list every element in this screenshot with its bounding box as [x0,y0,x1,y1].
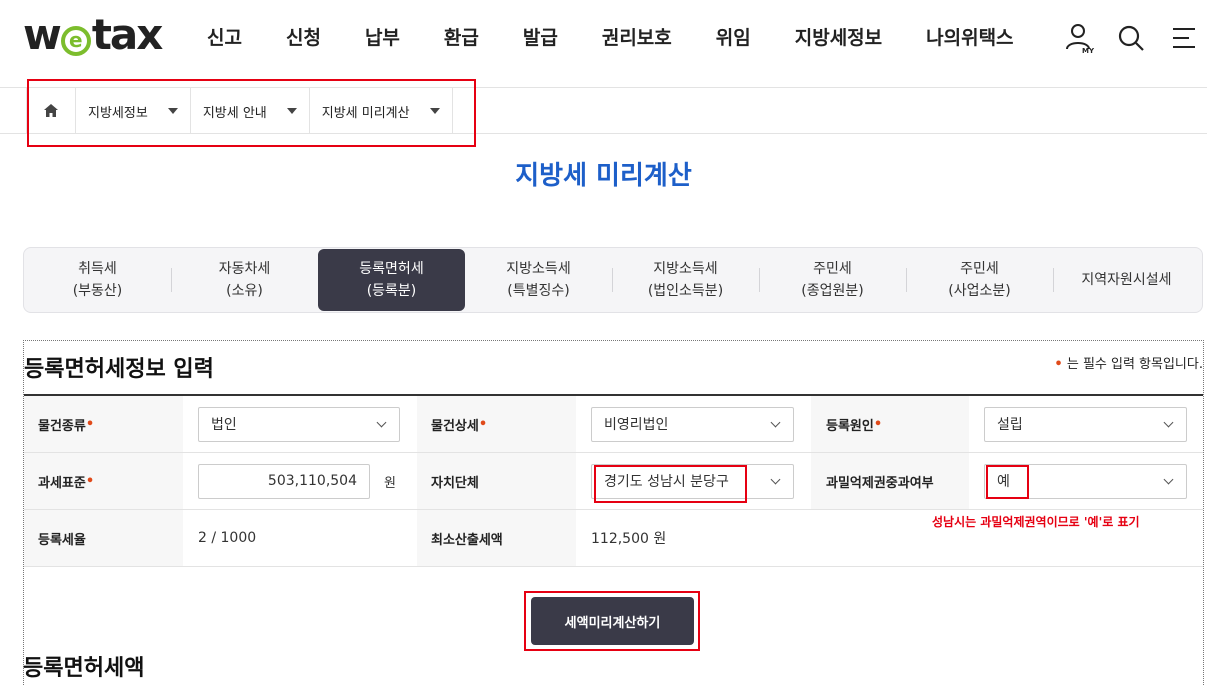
nav-item-rights[interactable]: 권리보호 [580,24,694,52]
caret-down-icon [429,108,440,114]
property-detail-select[interactable]: 비영리법인 [591,406,794,442]
caret-down-icon [167,108,178,114]
tab-resident-tax-employee[interactable]: 주민세 (종업원분) [759,248,906,312]
nav-item-pay[interactable]: 납부 [343,24,422,52]
breadcrumb: 지방세정보 지방세 안내 지방세 미리계산 [26,88,453,134]
tab-local-income-tax-corporate[interactable]: 지방소득세 (법인소득분) [612,248,759,312]
tab-local-income-tax-withholding[interactable]: 지방소득세 (특별징수) [465,248,612,312]
chevron-down-icon [770,417,781,427]
input-form: 물건종류 • 법인 물건상세 • 비영리법인 등록원인 • 설립 과세표준 • 503,… [24,394,1203,567]
wetax-logo[interactable]: w e tax [23,12,163,58]
tax-type-tabs: 취득세 (부동산) 자동차세 (소유) 등록면허세 (등록분) 지방소득세 (특별징수)… [23,247,1203,313]
nav-item-my-wetax[interactable]: 나의위택스 [904,24,1035,52]
nav-item-delegate[interactable]: 위임 [694,24,773,52]
chevron-down-icon [376,417,387,427]
my-page-icon[interactable]: MY [1065,22,1095,55]
caret-down-icon [286,108,297,114]
calculate-tax-button[interactable]: 세액미리계산하기 [531,597,694,645]
nav-item-report[interactable]: 신고 [185,24,264,52]
registration-cause-label: 등록원인 • [811,396,969,452]
breadcrumb-local-tax-precalc[interactable]: 지방세 미리계산 [310,88,453,134]
tax-base-label: 과세표준 • [24,453,183,509]
nav-item-refund[interactable]: 환급 [422,24,501,52]
municipality-label: 자치단체 [417,453,576,509]
form-row: 과세표준 • 503,110,504 원 자치단체 경기도 성남시 분당구 과밀억… [24,453,1203,510]
property-detail-label: 물건상세 • [417,396,576,452]
form-row: 물건종류 • 법인 물건상세 • 비영리법인 등록원인 • 설립 [24,396,1203,453]
property-type-label: 물건종류 • [24,396,183,452]
header-icons: MY [1065,22,1199,55]
tab-acquisition-tax[interactable]: 취득세 (부동산) [24,248,171,312]
nav-item-apply[interactable]: 신청 [264,24,343,52]
tax-rate-value: 2 / 1000 [198,530,257,546]
municipality-select[interactable]: 경기도 성남시 분당구 [591,463,794,499]
search-icon[interactable] [1117,22,1147,54]
section-title: 등록면허세정보 입력 [24,357,214,382]
overcrowding-label: 과밀억제권중과여부 [811,453,969,509]
nav-item-issue[interactable]: 발급 [501,24,580,52]
nav-item-local-tax-info[interactable]: 지방세정보 [773,24,904,52]
breadcrumb-local-tax-info[interactable]: 지방세정보 [76,88,191,134]
min-tax-label: 최소산출세액 [417,510,576,566]
page-title: 지방세 미리계산 [515,161,692,191]
tab-registration-license-tax[interactable]: 등록면허세 (등록분) [318,249,465,311]
annotation-note: 성남시는 과밀억제권역이므로 '예'로 표기 [932,515,1140,529]
chevron-down-icon [1163,417,1174,427]
tab-regional-resource-facility-tax[interactable]: 지역자원시설세 [1053,248,1200,312]
overcrowding-select[interactable]: 예 [984,463,1187,499]
breadcrumb-bar: 지방세정보 지방세 안내 지방세 미리계산 [0,88,1207,134]
menu-icon[interactable] [1169,22,1199,54]
property-type-select[interactable]: 법인 [198,406,400,442]
tab-vehicle-tax[interactable]: 자동차세 (소유) [171,248,318,312]
tax-rate-label: 등록세율 [24,510,183,566]
tab-resident-tax-business[interactable]: 주민세 (사업소분) [906,248,1053,312]
min-tax-value: 112,500 원 [591,531,667,547]
required-note: • 는 필수 입력 항목입니다. [1054,357,1203,372]
breadcrumb-local-tax-guide[interactable]: 지방세 안내 [191,88,310,134]
chevron-down-icon [770,474,781,484]
chevron-down-icon [1163,474,1174,484]
home-icon[interactable] [26,88,76,134]
result-section-title: 등록면허세액 [23,656,145,681]
won-unit: 원 [384,475,396,491]
site-header: w e tax 신고 신청 납부 환급 발급 권리보호 위임 지방세정보 나의위택스… [0,0,1207,88]
registration-cause-select[interactable]: 설립 [984,406,1187,442]
main-nav: 신고 신청 납부 환급 발급 권리보호 위임 지방세정보 나의위택스 [185,24,1036,52]
svg-text:MY: MY [1082,47,1095,54]
tax-base-input[interactable]: 503,110,504 [198,463,370,499]
